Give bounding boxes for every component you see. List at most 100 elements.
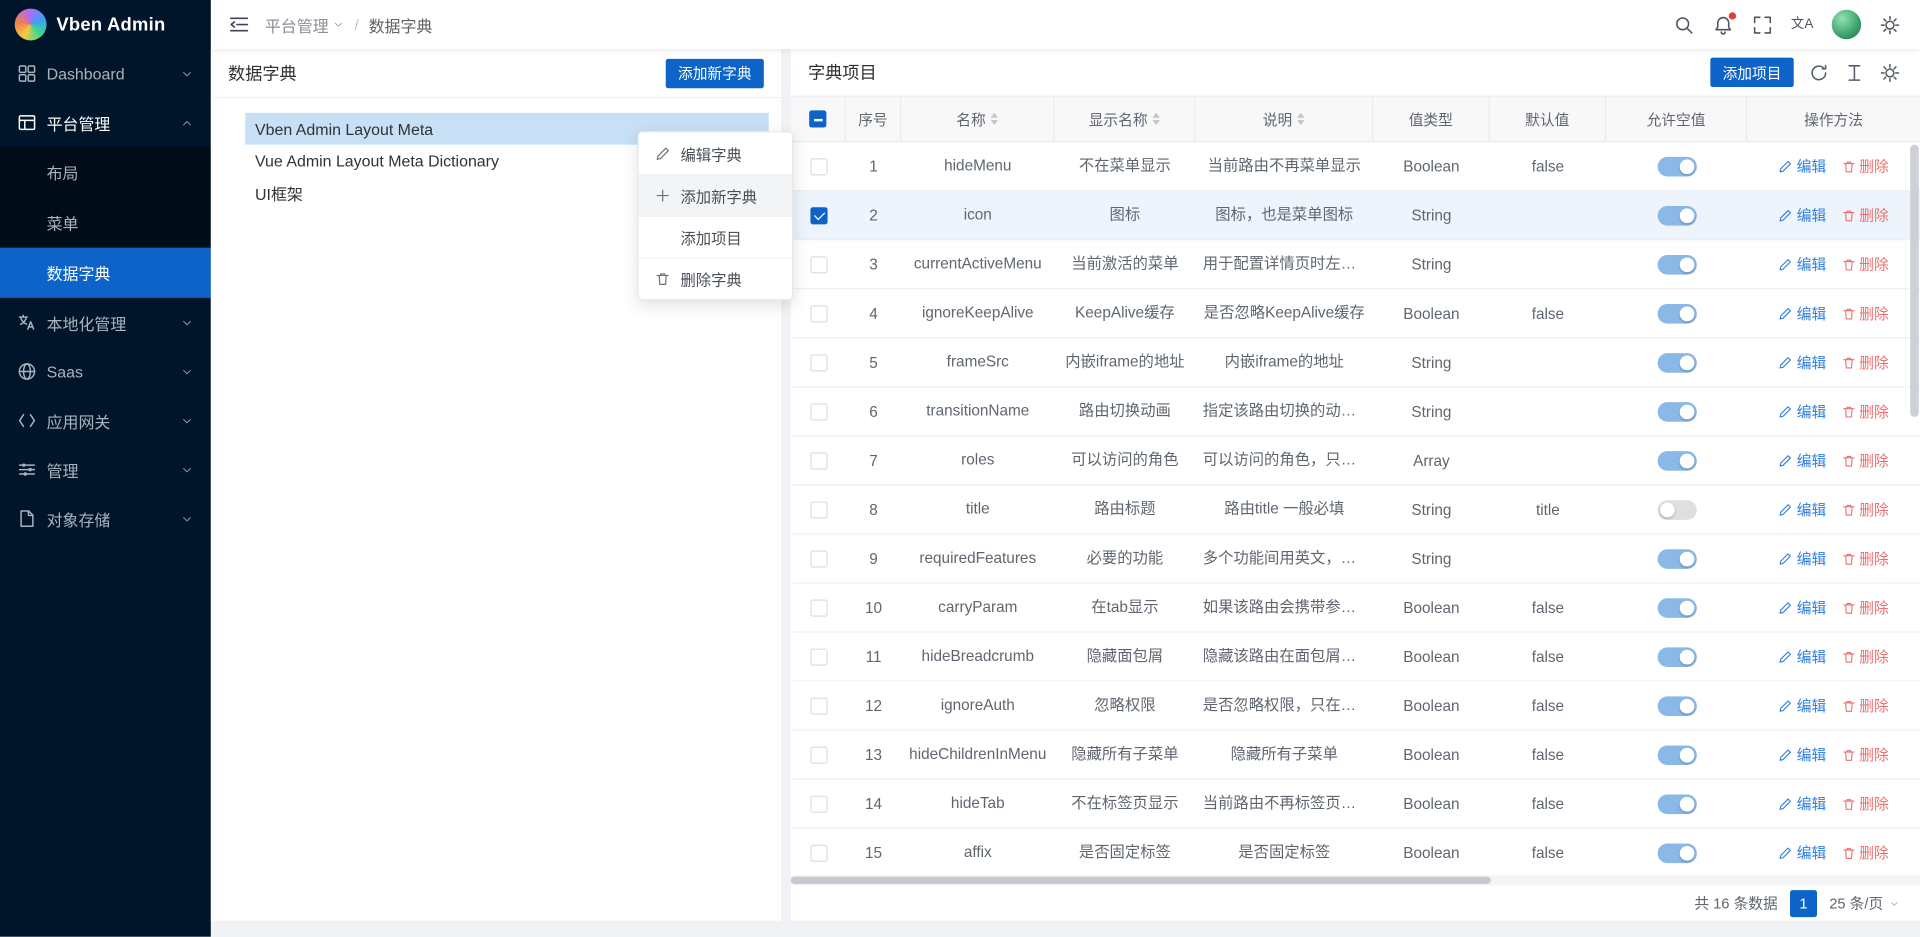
edit-row-button[interactable]: 编辑 — [1778, 401, 1826, 422]
edit-row-button[interactable]: 编辑 — [1778, 499, 1826, 520]
delete-row-button[interactable]: 删除 — [1841, 499, 1889, 520]
row-checkbox[interactable] — [810, 305, 827, 322]
menu-fold-icon[interactable] — [228, 13, 250, 35]
breadcrumb-item-platform[interactable]: 平台管理 — [265, 13, 345, 36]
delete-row-button[interactable]: 删除 — [1841, 303, 1889, 324]
edit-row-button[interactable]: 编辑 — [1778, 156, 1826, 177]
row-select-cell — [791, 387, 846, 435]
delete-row-button[interactable]: 删除 — [1841, 646, 1889, 667]
row-checkbox[interactable] — [810, 648, 827, 665]
column-height-icon[interactable] — [1844, 62, 1865, 83]
delete-row-button[interactable]: 删除 — [1841, 597, 1889, 618]
edit-row-button[interactable]: 编辑 — [1778, 548, 1826, 569]
sidebar-item-object-storage[interactable]: 对象存储 — [0, 494, 211, 543]
allow-null-toggle[interactable] — [1657, 254, 1696, 274]
allow-null-toggle[interactable] — [1657, 696, 1696, 716]
edit-row-button[interactable]: 编辑 — [1778, 450, 1826, 471]
delete-row-button[interactable]: 删除 — [1841, 205, 1889, 226]
sidebar-item-data-dictionary[interactable]: 数据字典 — [0, 248, 211, 298]
translate-icon[interactable]: 文A — [1791, 18, 1813, 31]
allow-null-toggle[interactable] — [1657, 598, 1696, 618]
edit-row-button[interactable]: 编辑 — [1778, 352, 1826, 373]
column-header[interactable]: 名称 — [901, 97, 1054, 141]
sidebar-item-localization[interactable]: 本地化管理 — [0, 298, 211, 347]
column-header[interactable]: 显示名称 — [1054, 97, 1195, 141]
notification-icon[interactable] — [1712, 14, 1733, 35]
sidebar-item-saas[interactable]: Saas — [0, 347, 211, 396]
delete-row-button[interactable]: 删除 — [1841, 842, 1889, 863]
search-icon[interactable] — [1673, 14, 1694, 35]
horizontal-scrollbar[interactable] — [791, 877, 1491, 884]
context-menu-item-delete-dictionary[interactable]: 删除字典 — [639, 257, 792, 299]
context-menu-item-add-dictionary[interactable]: 添加新字典 — [639, 174, 792, 216]
edit-row-button[interactable]: 编辑 — [1778, 597, 1826, 618]
delete-row-button[interactable]: 删除 — [1841, 695, 1889, 716]
delete-row-button[interactable]: 删除 — [1841, 744, 1889, 765]
column-header[interactable]: 说明 — [1195, 97, 1373, 141]
allow-null-toggle[interactable] — [1657, 156, 1696, 176]
edit-row-button[interactable]: 编辑 — [1778, 254, 1826, 275]
row-checkbox[interactable] — [810, 256, 827, 273]
add-dictionary-button[interactable]: 添加新字典 — [666, 58, 764, 87]
row-checkbox[interactable] — [810, 158, 827, 175]
edit-row-button[interactable]: 编辑 — [1778, 205, 1826, 226]
delete-row-button[interactable]: 删除 — [1841, 793, 1889, 814]
row-checkbox[interactable] — [810, 550, 827, 567]
page-size-select[interactable]: 25 条/页 — [1829, 893, 1900, 914]
edit-row-button[interactable]: 编辑 — [1778, 744, 1826, 765]
allow-null-toggle[interactable] — [1657, 843, 1696, 863]
allow-null-toggle[interactable] — [1657, 500, 1696, 520]
app-logo[interactable]: Vben Admin — [0, 0, 211, 49]
row-checkbox[interactable] — [810, 207, 827, 224]
row-checkbox[interactable] — [810, 599, 827, 616]
sort-icons[interactable] — [991, 113, 998, 125]
allow-null-toggle[interactable] — [1657, 402, 1696, 422]
row-checkbox[interactable] — [810, 795, 827, 812]
sidebar-item-layout[interactable]: 布局 — [0, 147, 211, 197]
row-checkbox[interactable] — [810, 746, 827, 763]
delete-row-button[interactable]: 删除 — [1841, 450, 1889, 471]
sort-icons[interactable] — [1297, 113, 1304, 125]
delete-row-button[interactable]: 删除 — [1841, 156, 1889, 177]
context-menu-item-edit-dictionary[interactable]: 编辑字典 — [639, 132, 792, 174]
sidebar-item-dashboard[interactable]: Dashboard — [0, 49, 211, 98]
vertical-scrollbar[interactable] — [1910, 145, 1919, 417]
allow-null-toggle[interactable] — [1657, 451, 1696, 471]
delete-row-button[interactable]: 删除 — [1841, 352, 1889, 373]
allow-null-toggle[interactable] — [1657, 794, 1696, 814]
edit-row-button[interactable]: 编辑 — [1778, 842, 1826, 863]
select-all-checkbox[interactable] — [809, 110, 826, 127]
context-menu-item-add-item[interactable]: 添加项目 — [639, 216, 792, 258]
sort-icons[interactable] — [1152, 113, 1159, 125]
sidebar-item-menu[interactable]: 菜单 — [0, 197, 211, 247]
sidebar-item-management[interactable]: 管理 — [0, 445, 211, 494]
delete-row-button[interactable]: 删除 — [1841, 254, 1889, 275]
allow-null-toggle[interactable] — [1657, 745, 1696, 765]
edit-row-button[interactable]: 编辑 — [1778, 793, 1826, 814]
row-checkbox[interactable] — [810, 697, 827, 714]
fullscreen-icon[interactable] — [1752, 14, 1773, 35]
allow-null-toggle[interactable] — [1657, 549, 1696, 569]
edit-row-button[interactable]: 编辑 — [1778, 303, 1826, 324]
page-number[interactable]: 1 — [1790, 889, 1817, 916]
row-checkbox[interactable] — [810, 501, 827, 518]
sidebar-item-platform-management[interactable]: 平台管理 — [0, 98, 211, 147]
delete-row-button[interactable]: 删除 — [1841, 401, 1889, 422]
table-settings-icon[interactable] — [1880, 62, 1901, 83]
allow-null-toggle[interactable] — [1657, 205, 1696, 225]
allow-null-toggle[interactable] — [1657, 303, 1696, 323]
row-checkbox[interactable] — [810, 452, 827, 469]
allow-null-toggle[interactable] — [1657, 352, 1696, 372]
row-checkbox[interactable] — [810, 403, 827, 420]
sidebar-item-gateway[interactable]: 应用网关 — [0, 396, 211, 445]
row-checkbox[interactable] — [810, 844, 827, 861]
allow-null-toggle[interactable] — [1657, 647, 1696, 667]
avatar[interactable] — [1832, 10, 1861, 39]
edit-row-button[interactable]: 编辑 — [1778, 695, 1826, 716]
row-checkbox[interactable] — [810, 354, 827, 371]
settings-icon[interactable] — [1880, 14, 1901, 35]
delete-row-button[interactable]: 删除 — [1841, 548, 1889, 569]
edit-row-button[interactable]: 编辑 — [1778, 646, 1826, 667]
add-item-button[interactable]: 添加项目 — [1710, 58, 1793, 87]
refresh-icon[interactable] — [1808, 62, 1829, 83]
